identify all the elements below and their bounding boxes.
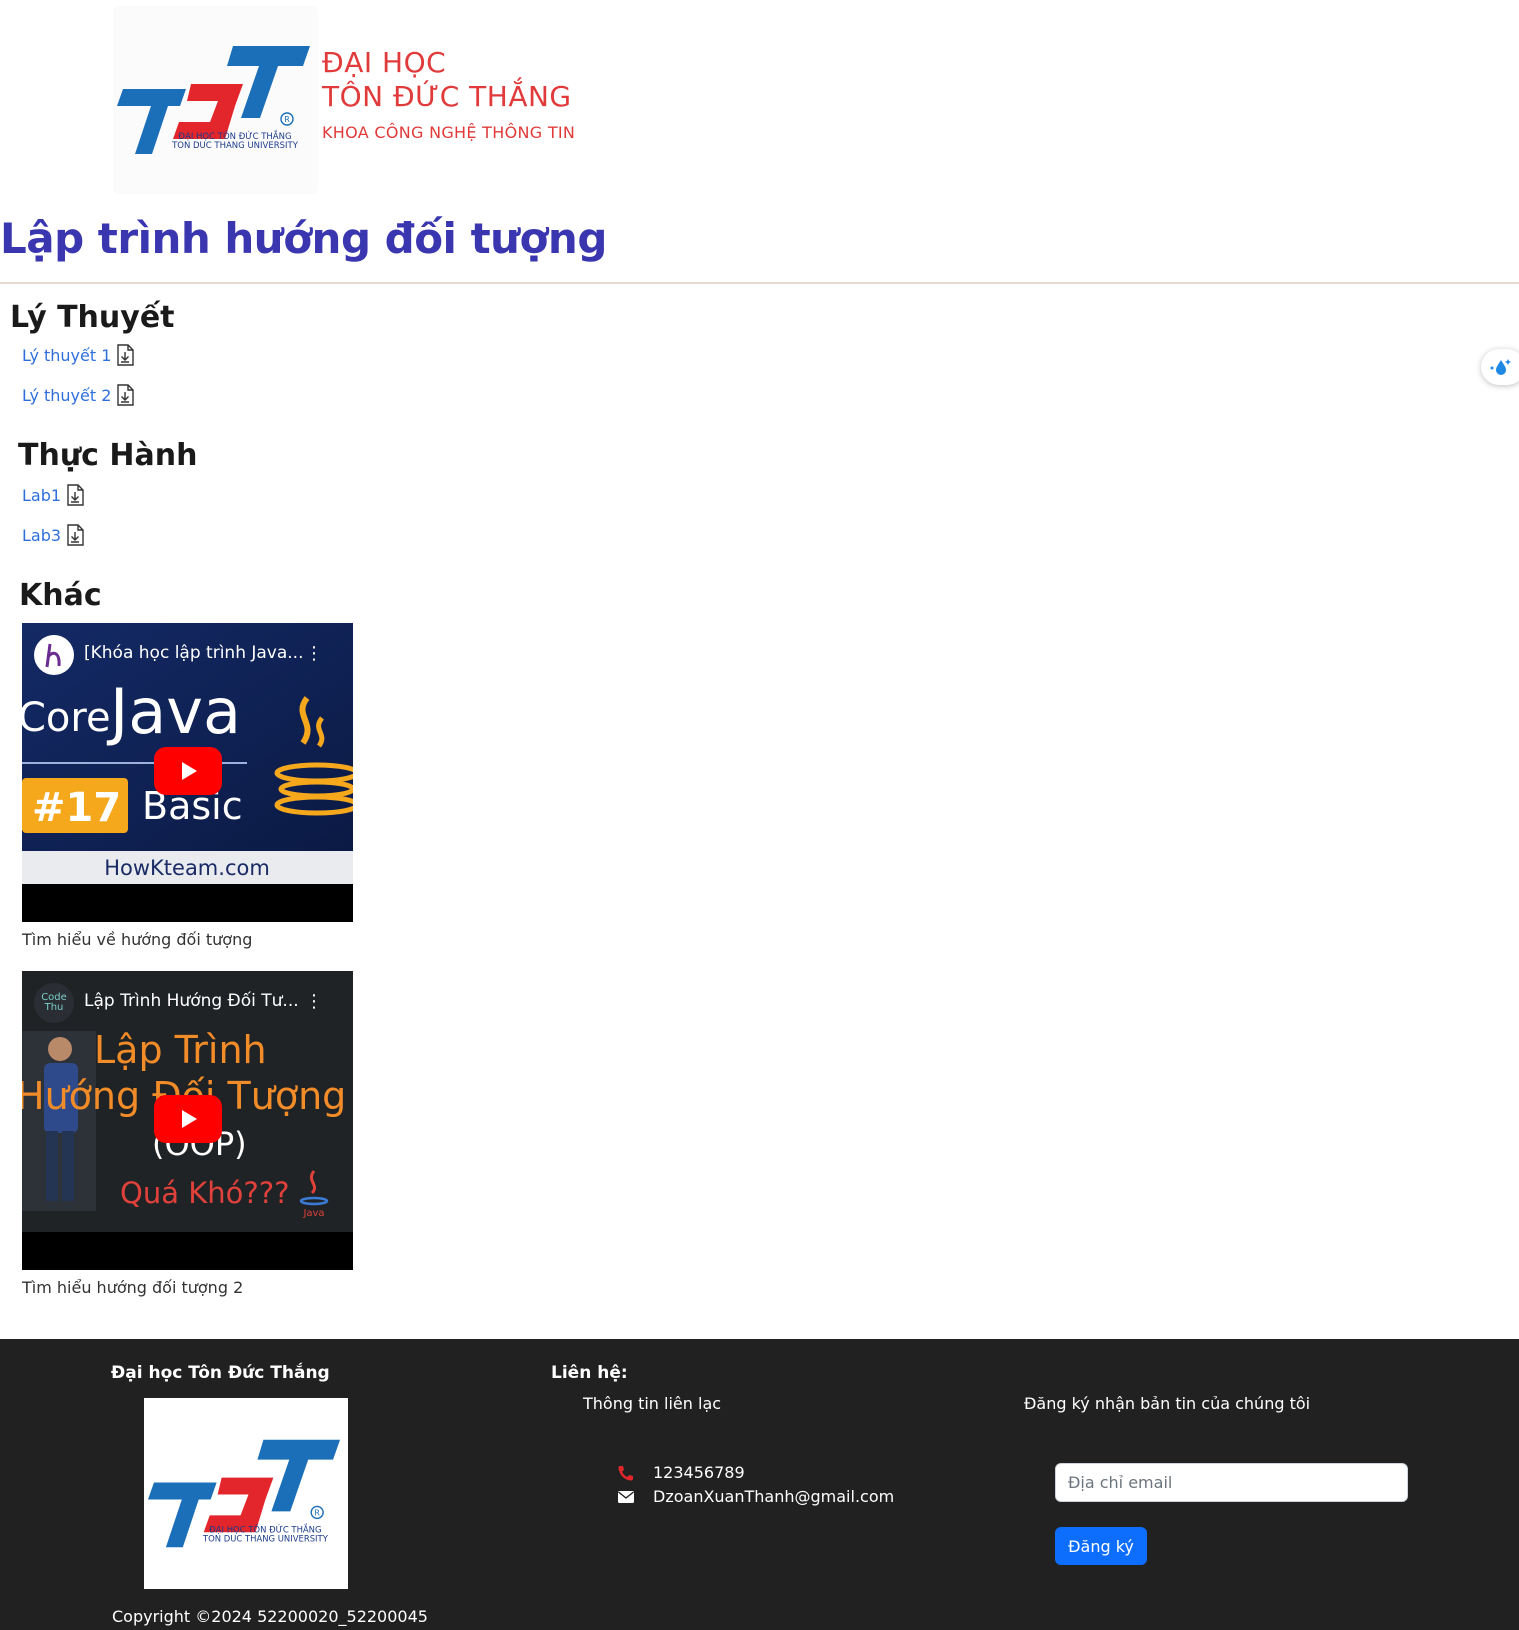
svg-text:TON DUC THANG UNIVERSITY: TON DUC THANG UNIVERSITY <box>202 1533 329 1543</box>
practice-link-lab3-label: Lab3 <box>22 525 62 545</box>
footer-university-logo[interactable]: R ĐẠI HỌC TÔN ĐỨC THẮNG TON DUC THANG UN… <box>144 1398 348 1589</box>
file-download-icon <box>117 344 135 366</box>
svg-text:Core: Core <box>22 695 111 741</box>
brand-text: ĐẠI HỌC TÔN ĐỨC THẮNG KHOA CÔNG NGHỆ THÔ… <box>322 46 575 144</box>
file-download-icon <box>67 524 84 546</box>
video-2-caption: Tìm hiểu hướng đối tượng 2 <box>22 1278 244 1297</box>
envelope-icon <box>618 1490 634 1503</box>
site-footer: Đại học Tôn Đức Thắng R ĐẠI HỌC TÔN ĐỨC … <box>0 1339 1519 1630</box>
practice-link-lab1[interactable]: Lab1 <box>22 484 84 506</box>
svg-text:R: R <box>314 1508 320 1517</box>
phone-icon <box>618 1465 633 1480</box>
play-button[interactable] <box>154 747 222 795</box>
video-embed-2[interactable]: Lập Trình Hướng Đối Tượng (OOP) Quá Khó?… <box>22 971 353 1270</box>
theory-link-1-label: Lý thuyết 1 <box>22 345 112 365</box>
footer-phone-number: 123456789 <box>653 1463 745 1482</box>
play-icon <box>182 1110 197 1128</box>
newsletter-title: Đăng ký nhận bản tin của chúng tôi <box>1024 1394 1311 1413</box>
channel-avatar[interactable]: Code Thu <box>34 983 74 1023</box>
water-drop-icon <box>1490 359 1511 375</box>
practice-section-title: Thực Hành <box>18 438 198 473</box>
video-1-caption: Tìm hiểu về hướng đối tượng <box>22 930 253 949</box>
svg-text:Java: Java <box>106 675 241 748</box>
play-button[interactable] <box>154 1095 222 1143</box>
video-2-title[interactable]: Lập Trình Hướng Đối Tư... <box>84 991 299 1011</box>
video-embed-1[interactable]: Core Java #17 Basic HowKteam.com [Khóa h… <box>22 623 353 922</box>
svg-text:Java: Java <box>302 1208 324 1219</box>
page-title: Lập trình hướng đối tượng <box>0 214 607 263</box>
svg-text:R: R <box>284 115 290 124</box>
footer-phone[interactable]: 123456789 <box>617 1463 745 1482</box>
university-name-line2: TÔN ĐỨC THẮNG <box>322 80 572 113</box>
theory-link-2-label: Lý thuyết 2 <box>22 385 112 405</box>
svg-text:HowKteam.com: HowKteam.com <box>104 856 270 880</box>
svg-text:Lập Trình: Lập Trình <box>94 1028 267 1072</box>
university-name-line1: ĐẠI HỌC <box>322 46 447 79</box>
newsletter-email-input[interactable] <box>1055 1463 1408 1502</box>
other-section-title: Khác <box>19 578 102 613</box>
howkteam-logo-icon <box>45 643 61 668</box>
more-options-icon[interactable]: ⋮ <box>305 993 323 1011</box>
footer-email-address: DzoanXuanThanh@gmail.com <box>653 1487 895 1506</box>
practice-link-lab3[interactable]: Lab3 <box>22 524 84 546</box>
play-icon <box>182 762 197 780</box>
svg-text:Quá Khó???: Quá Khó??? <box>120 1176 290 1210</box>
channel-avatar[interactable] <box>34 635 74 675</box>
floating-widget-button[interactable] <box>1481 349 1519 385</box>
footer-email[interactable]: DzoanXuanThanh@gmail.com <box>617 1487 894 1506</box>
practice-link-lab1-label: Lab1 <box>22 485 62 505</box>
theory-link-1[interactable]: Lý thuyết 1 <box>22 344 135 366</box>
tdt-logo-graphic: R ĐẠI HỌC TÔN ĐỨC THẮNG TON DUC THANG UN… <box>117 46 310 154</box>
title-divider <box>0 282 1519 284</box>
file-download-icon <box>117 384 135 406</box>
more-options-icon[interactable]: ⋮ <box>305 645 323 663</box>
university-logo[interactable]: R ĐẠI HỌC TÔN ĐỨC THẮNG TON DUC THANG UN… <box>113 6 318 194</box>
tdt-logo-graphic: R ĐẠI HỌC TÔN ĐỨC THẮNG TON DUC THANG UN… <box>147 1439 341 1548</box>
channel-name: Code Thu <box>41 992 67 1013</box>
theory-link-2[interactable]: Lý thuyết 2 <box>22 384 135 406</box>
footer-contact-title: Liên hệ: <box>551 1363 628 1383</box>
footer-brand-title: Đại học Tôn Đức Thắng <box>111 1363 330 1383</box>
svg-text:TON DUC THANG UNIVERSITY: TON DUC THANG UNIVERSITY <box>171 141 299 151</box>
copyright-text: Copyright ©2024 52200020_52200045 <box>112 1607 428 1626</box>
svg-text:#17: #17 <box>32 785 121 831</box>
theory-section-title: Lý Thuyết <box>10 300 175 335</box>
faculty-name: KHOA CÔNG NGHỆ THÔNG TIN <box>322 123 576 142</box>
file-download-icon <box>67 484 84 506</box>
site-header: R ĐẠI HỌC TÔN ĐỨC THẮNG TON DUC THANG UN… <box>0 0 1519 200</box>
footer-contact-subtitle: Thông tin liên lạc <box>583 1394 722 1413</box>
subscribe-button[interactable]: Đăng ký <box>1055 1527 1147 1565</box>
video-1-title[interactable]: [Khóa học lập trình Java... <box>84 643 304 663</box>
